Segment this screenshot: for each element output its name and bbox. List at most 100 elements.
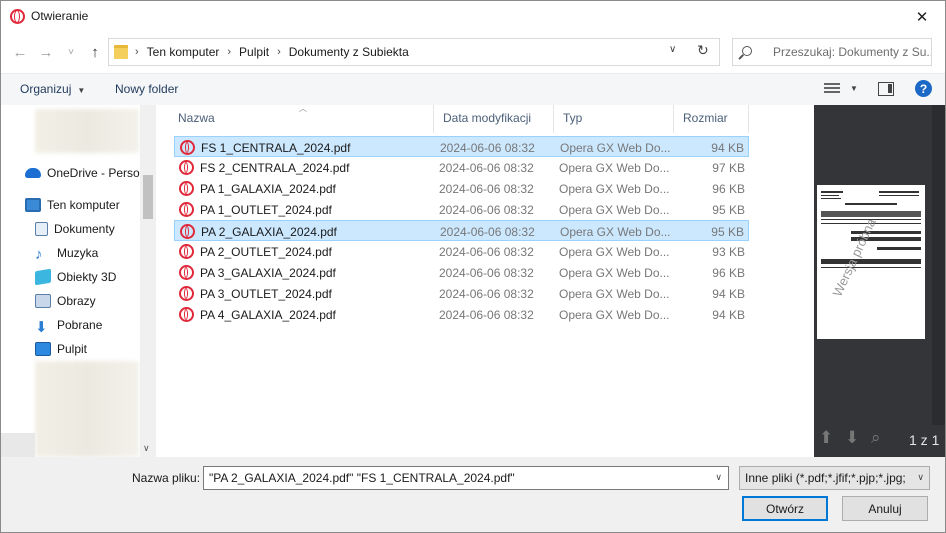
open-button[interactable]: Otwórz xyxy=(742,496,828,521)
file-name-cell: PA 1_OUTLET_2024.pdf xyxy=(179,202,332,217)
file-size: 94 KB xyxy=(712,287,745,301)
table-row[interactable]: PA 4_GALAXIA_2024.pdf 2024-06-06 08:32 Ope… xyxy=(174,304,749,325)
navigation-pane: OneDrive - Persor Ten komputer Dokumenty… xyxy=(1,105,156,457)
view-options-icon[interactable] xyxy=(824,83,840,96)
music-icon: ♪ xyxy=(35,246,43,263)
desktop-icon xyxy=(35,342,51,356)
preview-text-line xyxy=(845,203,897,205)
breadcrumb-pulpit[interactable]: Pulpit xyxy=(239,45,269,59)
cancel-button[interactable]: Anuluj xyxy=(842,496,928,521)
table-row[interactable]: PA 1_OUTLET_2024.pdf 2024-06-06 08:32 Oper… xyxy=(174,199,749,220)
table-row[interactable]: PA 3_OUTLET_2024.pdf 2024-06-06 08:32 Oper… xyxy=(174,283,749,304)
file-type: Opera GX Web Do... xyxy=(560,141,671,155)
scrollbar-thumb[interactable] xyxy=(143,175,153,219)
new-folder-button[interactable]: Nowy folder xyxy=(115,82,178,96)
file-name: PA 2_OUTLET_2024.pdf xyxy=(200,244,332,259)
file-size: 95 KB xyxy=(712,203,745,217)
refresh-icon[interactable]: ↻ xyxy=(697,42,709,59)
back-button[interactable]: ← xyxy=(10,42,30,62)
organize-label: Organizuj xyxy=(20,82,72,96)
organize-button[interactable]: Organizuj ▼ xyxy=(20,82,85,96)
opera-pdf-icon xyxy=(179,265,194,280)
sidebar-item-desktop[interactable]: Pulpit xyxy=(35,339,87,359)
file-size: 94 KB xyxy=(712,308,745,322)
column-header-size[interactable]: Rozmiar xyxy=(674,105,749,133)
table-row[interactable]: PA 3_GALAXIA_2024.pdf 2024-06-06 08:32 Ope… xyxy=(174,262,749,283)
sidebar-item-3d-objects[interactable]: Obiekty 3D xyxy=(35,267,116,287)
chevron-down-icon[interactable]: ∨ xyxy=(715,472,722,483)
chevron-down-icon[interactable]: ▼ xyxy=(850,84,858,93)
previous-page-icon[interactable]: ⬆ xyxy=(819,428,833,448)
sidebar-item-label: Pulpit xyxy=(57,342,88,356)
table-row[interactable]: PA 1_GALAXIA_2024.pdf 2024-06-06 08:32 Ope… xyxy=(174,178,749,199)
dialog-footer: Nazwa pliku: "PA 2_GALAXIA_2024.pdf" "FS… xyxy=(1,457,945,532)
breadcrumb-ten-komputer[interactable]: Ten komputer xyxy=(147,45,220,59)
file-date: 2024-06-06 08:32 xyxy=(439,266,534,280)
pictures-icon xyxy=(35,294,51,308)
opera-logo-icon xyxy=(10,9,25,24)
sidebar-item-label: Dokumenty xyxy=(54,222,115,236)
sidebar-item-this-pc[interactable]: Ten komputer xyxy=(25,195,120,215)
file-type: Opera GX Web Do... xyxy=(559,287,670,301)
sidebar-item-label: Ten komputer xyxy=(47,198,120,212)
opera-pdf-icon xyxy=(180,224,195,239)
file-name: PA 1_GALAXIA_2024.pdf xyxy=(200,181,336,196)
preview-text-line xyxy=(879,195,919,196)
next-page-icon[interactable]: ⬇ xyxy=(845,428,859,448)
address-bar[interactable]: › Ten komputer › Pulpit › Dokumenty z Su… xyxy=(108,38,720,66)
file-type: Opera GX Web Do... xyxy=(559,245,670,259)
search-input[interactable]: Przeszukaj: Dokumenty z Su... xyxy=(773,45,931,59)
file-name-cell: PA 3_OUTLET_2024.pdf xyxy=(179,286,332,301)
close-button[interactable]: ✕ xyxy=(899,1,945,32)
chevron-down-icon[interactable]: ∨ xyxy=(669,44,676,55)
sort-ascending-icon: ︿ xyxy=(299,104,307,113)
column-header-type[interactable]: Typ xyxy=(554,105,674,133)
table-row[interactable]: FS 1_CENTRALA_2024.pdf 2024-06-06 08:32 Op… xyxy=(174,136,749,157)
open-file-dialog: Otwieranie ✕ ← → ˅ ↑ › Ten komputer › Pu… xyxy=(0,0,946,533)
filetype-select[interactable]: Inne pliki (*.pdf;*.jfif;*.pjp;*.jpg; ∨ xyxy=(739,466,930,490)
forward-button[interactable]: → xyxy=(36,42,56,62)
file-name: PA 4_GALAXIA_2024.pdf xyxy=(200,307,336,322)
pdf-preview-page: Wersja próbna xyxy=(817,185,925,339)
file-date: 2024-06-06 08:32 xyxy=(439,182,534,196)
sidebar-item-music[interactable]: ♪ Muzyka xyxy=(35,243,98,263)
filename-value[interactable]: "PA 2_GALAXIA_2024.pdf" "FS 1_CENTRALA_2… xyxy=(209,471,515,485)
3d-objects-icon xyxy=(35,268,51,286)
zoom-page-icon[interactable]: ⌕ xyxy=(871,428,881,448)
up-button[interactable]: ↑ xyxy=(85,42,105,62)
sidebar-item-pictures[interactable]: Obrazy xyxy=(35,291,96,311)
table-row[interactable]: PA 2_GALAXIA_2024.pdf 2024-06-06 08:32 Ope… xyxy=(174,220,749,241)
scroll-area xyxy=(1,433,35,457)
filename-field[interactable]: "PA 2_GALAXIA_2024.pdf" "FS 1_CENTRALA_2… xyxy=(203,466,729,490)
file-name-cell: PA 4_GALAXIA_2024.pdf xyxy=(179,307,336,322)
column-header-label: Nazwa xyxy=(178,111,215,125)
filename-label: Nazwa pliku: xyxy=(132,471,201,485)
redacted-region xyxy=(35,361,139,457)
filetype-value: Inne pliki (*.pdf;*.jfif;*.pjp;*.jpg; xyxy=(745,471,906,485)
search-box[interactable]: Przeszukaj: Dokumenty z Su... xyxy=(732,38,932,66)
preview-text-line xyxy=(821,191,843,193)
file-date: 2024-06-06 08:32 xyxy=(440,141,535,155)
sidebar-item-downloads[interactable]: ⬇ Pobrane xyxy=(35,315,102,336)
chevron-down-icon: ▼ xyxy=(77,86,86,95)
sidebar-scrollbar[interactable]: ∨ xyxy=(140,105,156,457)
sidebar-item-documents[interactable]: Dokumenty xyxy=(35,219,115,239)
chevron-down-icon[interactable]: ∨ xyxy=(143,443,150,454)
file-size: 97 KB xyxy=(712,161,745,175)
sidebar-item-onedrive[interactable]: OneDrive - Persor xyxy=(25,163,144,183)
column-header-name[interactable]: ︿ Nazwa xyxy=(169,104,434,133)
help-icon[interactable]: ? xyxy=(915,80,932,97)
file-date: 2024-06-06 08:32 xyxy=(439,308,534,322)
file-name-cell: PA 2_OUTLET_2024.pdf xyxy=(179,244,332,259)
file-size: 93 KB xyxy=(712,245,745,259)
table-row[interactable]: PA 2_OUTLET_2024.pdf 2024-06-06 08:32 Oper… xyxy=(174,241,749,262)
preview-pane-icon[interactable] xyxy=(878,82,894,96)
file-list: ︿ Nazwa Data modyfikacji Typ Rozmiar FS … xyxy=(169,104,814,457)
breadcrumb-current-folder[interactable]: Dokumenty z Subiekta xyxy=(289,45,409,59)
command-bar: Organizuj ▼ Nowy folder ▼ ? xyxy=(1,73,945,105)
column-header-date[interactable]: Data modyfikacji xyxy=(434,105,554,133)
table-row[interactable]: FS 2_CENTRALA_2024.pdf 2024-06-06 08:32 Op… xyxy=(174,157,749,178)
recent-locations-button[interactable]: ˅ xyxy=(61,42,81,62)
file-size: 94 KB xyxy=(711,141,744,155)
preview-scrollbar[interactable] xyxy=(932,105,945,425)
